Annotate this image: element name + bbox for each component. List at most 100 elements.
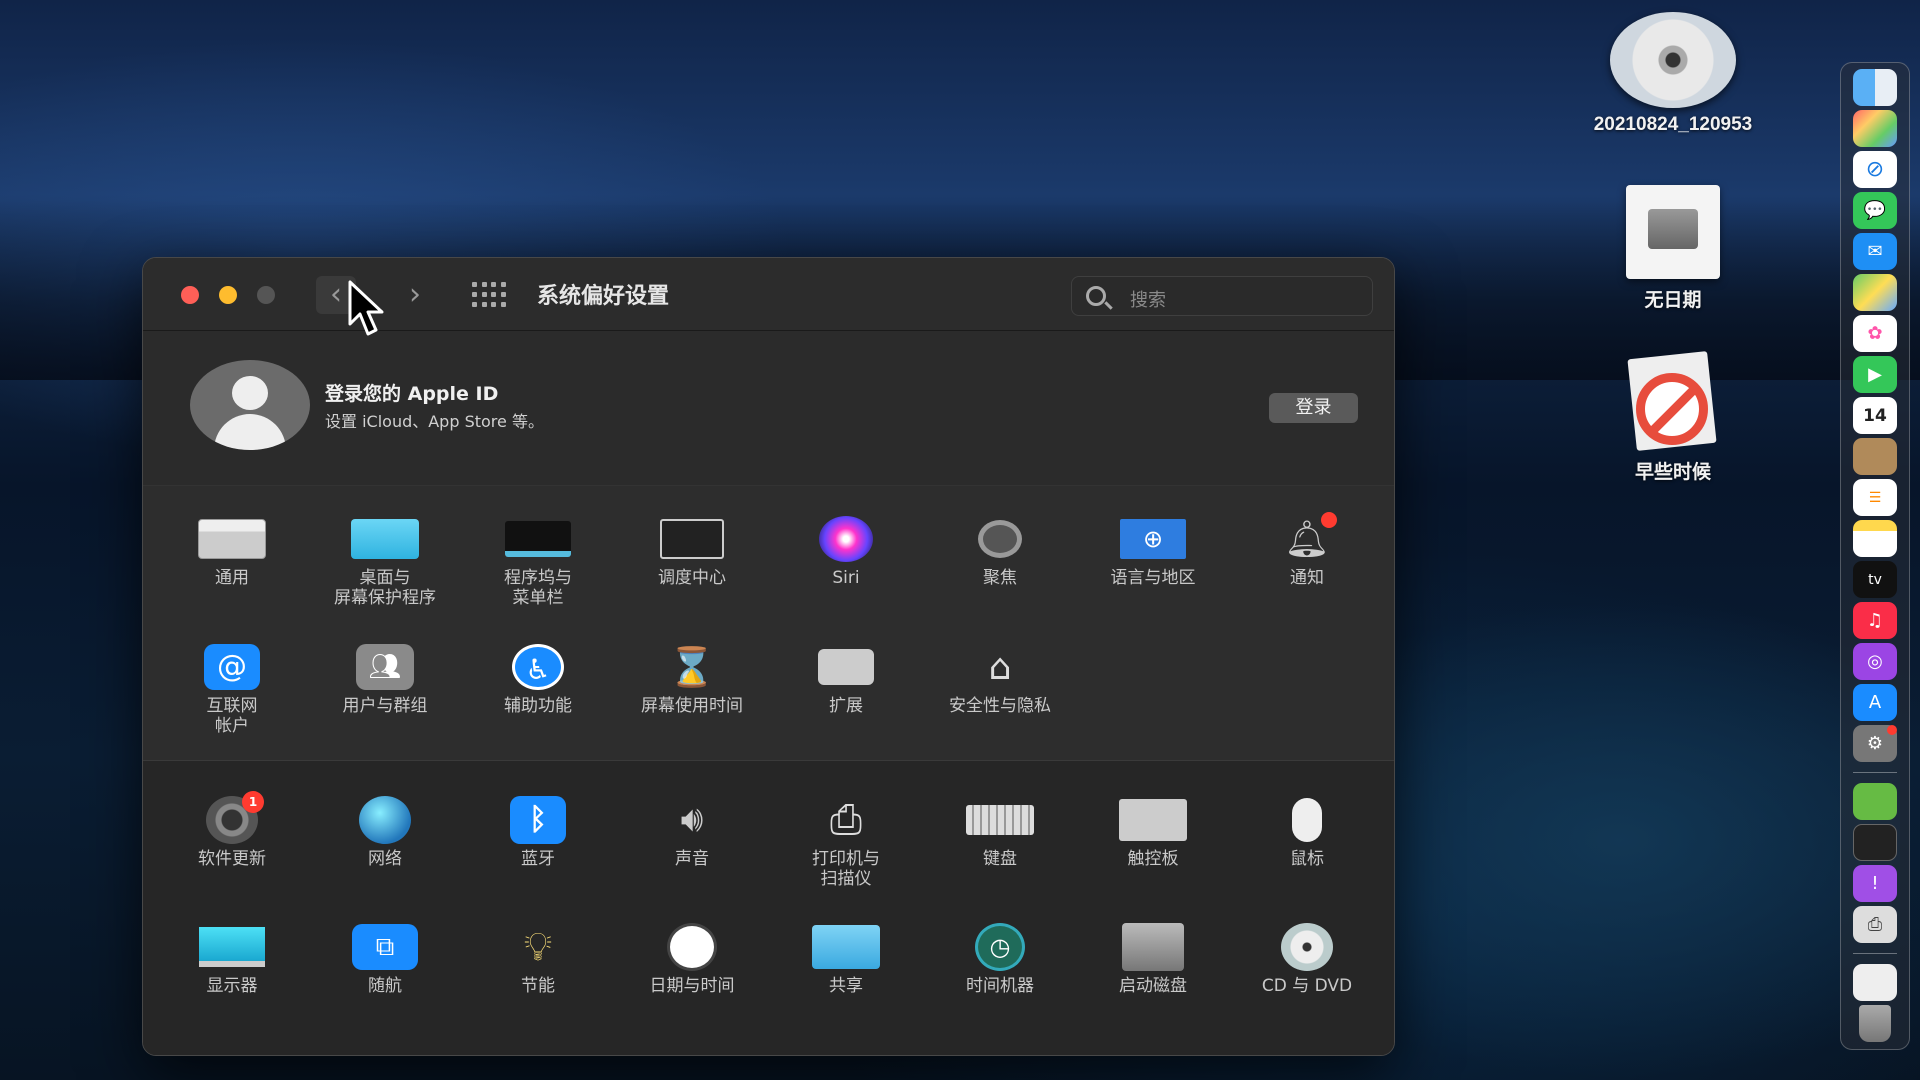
forward-button[interactable]: › xyxy=(395,276,435,314)
pref-label: 通知 xyxy=(1290,568,1324,588)
avatar[interactable] xyxy=(190,360,310,450)
pref-label: 显示器 xyxy=(206,976,258,996)
finder-icon[interactable] xyxy=(1853,69,1897,106)
pref-printers[interactable]: ⎙ 打印机与 扫描仪 xyxy=(769,797,923,889)
clock-icon xyxy=(658,923,726,971)
energy-icon: 💡︎ xyxy=(524,924,552,970)
pref-time-machine[interactable]: ◷ 时间机器 xyxy=(923,923,1077,996)
app-store-icon[interactable]: A xyxy=(1853,684,1897,721)
pref-energy[interactable]: 💡︎ 节能 xyxy=(461,924,615,996)
photos-icon[interactable]: ✿ xyxy=(1853,315,1897,352)
cd-dvd-icon xyxy=(1273,923,1341,971)
activity-monitor-icon[interactable] xyxy=(1853,824,1897,861)
pref-label: 启动磁盘 xyxy=(1119,976,1187,996)
pref-label: 语言与地区 xyxy=(1110,568,1196,588)
search-placeholder: 搜索 xyxy=(1130,290,1166,311)
pref-dock[interactable]: 程序坞与 菜单栏 xyxy=(461,516,615,608)
system-preferences-window: ‹ › 系统偏好设置 搜索 登录您的 Apple ID 设置 iCloud、Ap… xyxy=(142,257,1395,1056)
pref-screen-time[interactable]: ⌛ 屏幕使用时间 xyxy=(615,644,769,717)
pref-desktop[interactable]: 桌面与 屏幕保护程序 xyxy=(308,516,462,608)
feedback-icon[interactable]: ! xyxy=(1853,865,1897,902)
desktop-item-no-date[interactable]: 无日期 xyxy=(1563,185,1783,312)
pref-cd-dvd[interactable]: CD 与 DVD xyxy=(1230,923,1384,996)
pref-language[interactable]: ⊕ 语言与地区 xyxy=(1076,516,1230,588)
pref-internet-accounts[interactable]: @ 互联网 帐户 xyxy=(155,644,309,736)
login-button[interactable]: 登录 xyxy=(1269,393,1358,423)
document-icon[interactable] xyxy=(1853,964,1897,1001)
pref-spotlight[interactable]: 聚焦 xyxy=(923,516,1077,588)
notes-icon[interactable] xyxy=(1853,520,1897,557)
desktop-item-label: 无日期 xyxy=(1644,290,1702,311)
pref-accessibility[interactable]: ♿︎ 辅助功能 xyxy=(461,644,615,716)
close-button[interactable] xyxy=(181,286,199,304)
pref-sound[interactable]: 🔊︎ 声音 xyxy=(615,797,769,869)
pref-date-time[interactable]: 日期与时间 xyxy=(615,923,769,996)
system-preferences-icon[interactable]: ⚙ xyxy=(1853,725,1897,762)
sound-icon: 🔊︎ xyxy=(680,799,704,840)
pref-trackpad[interactable]: 触控板 xyxy=(1076,797,1230,869)
pref-label: 节能 xyxy=(521,976,555,996)
pref-startup-disk[interactable]: 启动磁盘 xyxy=(1076,923,1230,996)
pref-network[interactable]: 网络 xyxy=(308,796,462,869)
search-field[interactable]: 搜索 xyxy=(1071,276,1373,316)
messages-icon[interactable]: 💬 xyxy=(1853,192,1897,229)
pref-displays[interactable]: 显示器 xyxy=(155,924,309,996)
app-icon[interactable] xyxy=(1853,783,1897,820)
minimize-button[interactable] xyxy=(219,286,237,304)
pref-mouse[interactable]: 鼠标 xyxy=(1230,797,1384,869)
music-icon[interactable]: ♫ xyxy=(1853,602,1897,639)
pref-notifications[interactable]: 🔔︎ 通知 xyxy=(1230,512,1384,588)
bluetooth-icon: ᛒ xyxy=(504,796,572,844)
desktop-item-earlier[interactable]: 早些时候 xyxy=(1563,351,1783,484)
pref-sidecar[interactable]: ⧉ 随航 xyxy=(308,924,462,996)
pref-label: 桌面与 屏幕保护程序 xyxy=(334,568,436,608)
pref-mission-control[interactable]: 调度中心 xyxy=(615,516,769,588)
safari-icon[interactable]: ⊘ xyxy=(1853,151,1897,188)
calendar-icon[interactable]: 14 xyxy=(1853,397,1897,434)
pref-siri[interactable]: Siri xyxy=(769,516,923,588)
mouse-icon xyxy=(1273,797,1341,843)
zoom-button[interactable] xyxy=(257,286,275,304)
pref-sharing[interactable]: 共享 xyxy=(769,924,923,996)
network-icon xyxy=(351,796,419,844)
desktop-item-label: 20210824_120953 xyxy=(1593,114,1753,135)
accessibility-icon: ♿︎ xyxy=(504,644,572,690)
facetime-icon[interactable]: ▶ xyxy=(1853,356,1897,393)
notification-icon: 🔔︎ xyxy=(1273,512,1341,562)
disk-image-icon xyxy=(1626,185,1720,279)
pref-label: 安全性与隐私 xyxy=(949,696,1051,716)
time-machine-icon: ◷ xyxy=(966,923,1034,971)
reminders-icon[interactable]: ☰ xyxy=(1853,479,1897,516)
no-entry-icon xyxy=(1618,351,1728,451)
maps-icon[interactable] xyxy=(1853,274,1897,311)
spotlight-icon xyxy=(966,516,1034,562)
pref-extensions[interactable]: 扩展 xyxy=(769,644,923,716)
calendar-day: 14 xyxy=(1863,405,1887,426)
pref-bluetooth[interactable]: ᛒ 蓝牙 xyxy=(461,796,615,869)
podcasts-icon[interactable]: ◎ xyxy=(1853,643,1897,680)
dock-separator xyxy=(1853,772,1897,773)
software-update-icon: 1 xyxy=(198,791,266,844)
pref-label: 键盘 xyxy=(983,849,1017,869)
launchpad-icon[interactable] xyxy=(1853,110,1897,147)
pref-general[interactable]: 通用 xyxy=(155,516,309,588)
pref-label: 通用 xyxy=(215,568,249,588)
desktop-item-dvd[interactable]: 20210824_120953 xyxy=(1563,12,1783,136)
show-all-grid-icon[interactable] xyxy=(472,282,506,308)
pref-security[interactable]: ⌂ 安全性与隐私 xyxy=(923,644,1077,717)
pref-users[interactable]: 👥︎ 用户与群组 xyxy=(308,644,462,716)
apple-id-title: 登录您的 Apple ID xyxy=(325,383,499,405)
pref-software-update[interactable]: 1 软件更新 xyxy=(155,791,309,869)
pref-keyboard[interactable]: 键盘 xyxy=(923,797,1077,869)
sharing-icon xyxy=(812,924,880,970)
pref-label: 程序坞与 菜单栏 xyxy=(504,568,572,608)
contacts-icon[interactable] xyxy=(1853,438,1897,475)
tv-label: tv xyxy=(1868,571,1882,588)
apple-id-subtitle: 设置 iCloud、App Store 等。 xyxy=(325,412,544,431)
window-title: 系统偏好设置 xyxy=(537,284,670,309)
trash-icon[interactable] xyxy=(1859,1005,1891,1042)
printer-dock-icon[interactable]: ⎙ xyxy=(1853,906,1897,943)
mail-icon[interactable]: ✉ xyxy=(1853,233,1897,270)
apple-tv-icon[interactable]: tv xyxy=(1853,561,1897,598)
desktop-icon xyxy=(351,516,419,562)
